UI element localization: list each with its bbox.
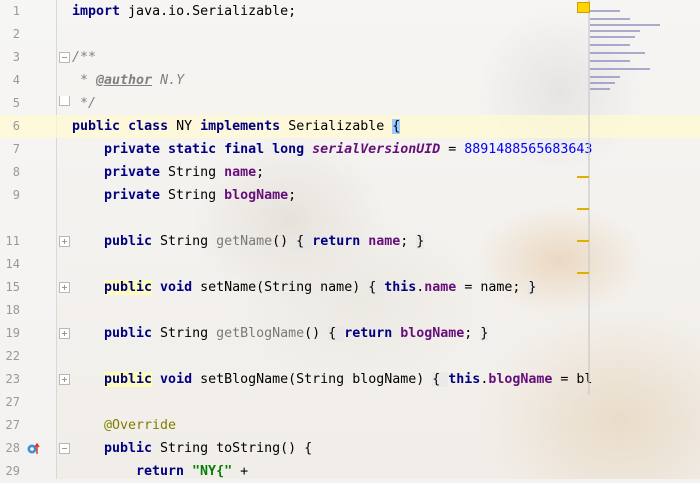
line-number: 8 bbox=[12, 165, 20, 179]
code-text: */ bbox=[72, 96, 97, 111]
line-number: 29 bbox=[5, 464, 20, 478]
warning-marker[interactable] bbox=[577, 208, 589, 210]
fold-end-icon[interactable] bbox=[59, 96, 70, 106]
line-number: 22 bbox=[5, 349, 20, 363]
code-text: import java.io.Serializable; bbox=[72, 4, 297, 19]
line-number: 2 bbox=[12, 27, 20, 41]
line-number: 19 bbox=[5, 326, 20, 340]
code-text: public class NY implements Serializable … bbox=[72, 119, 401, 134]
line-number: 27 bbox=[5, 395, 20, 409]
line-number: 11 bbox=[5, 234, 20, 248]
line-number: 9 bbox=[12, 188, 20, 202]
code-text: public String toString() { bbox=[104, 441, 313, 456]
warning-marker[interactable] bbox=[577, 240, 589, 242]
line-number: 1 bbox=[12, 4, 20, 18]
code-text: public void setName(String name) { this.… bbox=[104, 280, 537, 295]
code-line[interactable]: 9 private String blogName; bbox=[0, 184, 700, 207]
fold-collapse-icon[interactable] bbox=[59, 52, 70, 63]
inspection-status-icon[interactable] bbox=[577, 2, 590, 13]
line-number: 27 bbox=[5, 418, 20, 432]
code-line[interactable]: 22 bbox=[0, 345, 700, 368]
line-number: 23 bbox=[5, 372, 20, 386]
override-method-icon[interactable] bbox=[26, 442, 40, 455]
code-line[interactable]: 18 bbox=[0, 299, 700, 322]
code-line[interactable]: 14 bbox=[0, 253, 700, 276]
code-line[interactable]: 23 public void setBlogName(String blogNa… bbox=[0, 368, 700, 391]
line-number: 6 bbox=[12, 119, 20, 133]
code-line[interactable]: @Override bbox=[0, 414, 700, 437]
fold-expand-icon[interactable] bbox=[59, 282, 70, 293]
code-line-current[interactable]: 6 public class NY implements Serializabl… bbox=[0, 115, 700, 138]
line-number: 5 bbox=[12, 96, 20, 110]
fold-expand-icon[interactable] bbox=[59, 236, 70, 247]
warning-marker[interactable] bbox=[577, 176, 589, 178]
line-number: 3 bbox=[12, 50, 20, 64]
code-text: public String getName() { return name; } bbox=[104, 234, 425, 249]
code-text: private String name; bbox=[104, 165, 265, 180]
code-line[interactable]: 29 return "NY{" + bbox=[0, 460, 700, 483]
code-line[interactable]: 8 private String name; bbox=[0, 161, 700, 184]
fold-expand-icon[interactable] bbox=[59, 328, 70, 339]
code-text: /** bbox=[72, 50, 97, 65]
code-line[interactable]: 19 public String getBlogName() { return … bbox=[0, 322, 700, 345]
code-minimap[interactable] bbox=[590, 10, 698, 100]
line-number: 15 bbox=[5, 280, 20, 294]
code-line[interactable]: 28 public String toString() { bbox=[0, 437, 700, 460]
code-text: private String blogName; bbox=[104, 188, 297, 203]
fold-expand-icon[interactable] bbox=[59, 374, 70, 385]
warning-marker[interactable] bbox=[577, 272, 589, 274]
code-text: return "NY{" + bbox=[136, 464, 249, 479]
line-number: 4 bbox=[12, 73, 20, 87]
code-text: @Override bbox=[104, 418, 177, 433]
line-number: 18 bbox=[5, 303, 20, 317]
code-text: public String getBlogName() { return blo… bbox=[104, 326, 489, 341]
code-line[interactable]: 15 public void setName(String name) { th… bbox=[0, 276, 700, 299]
line-number: 28 bbox=[5, 441, 20, 455]
line-number: 7 bbox=[12, 142, 20, 156]
code-line[interactable]: 11 public String getName() { return name… bbox=[0, 230, 700, 253]
code-text: * @author N.Y bbox=[72, 73, 185, 88]
fold-collapse-icon[interactable] bbox=[59, 443, 70, 454]
matched-brace: { bbox=[392, 119, 401, 134]
code-line[interactable]: 27 bbox=[0, 391, 700, 414]
code-text: public void setBlogName(String blogName)… bbox=[104, 372, 593, 387]
code-text: private static final long serialVersionU… bbox=[104, 142, 593, 157]
code-line[interactable]: 7 private static final long serialVersio… bbox=[0, 138, 700, 161]
line-number: 14 bbox=[5, 257, 20, 271]
